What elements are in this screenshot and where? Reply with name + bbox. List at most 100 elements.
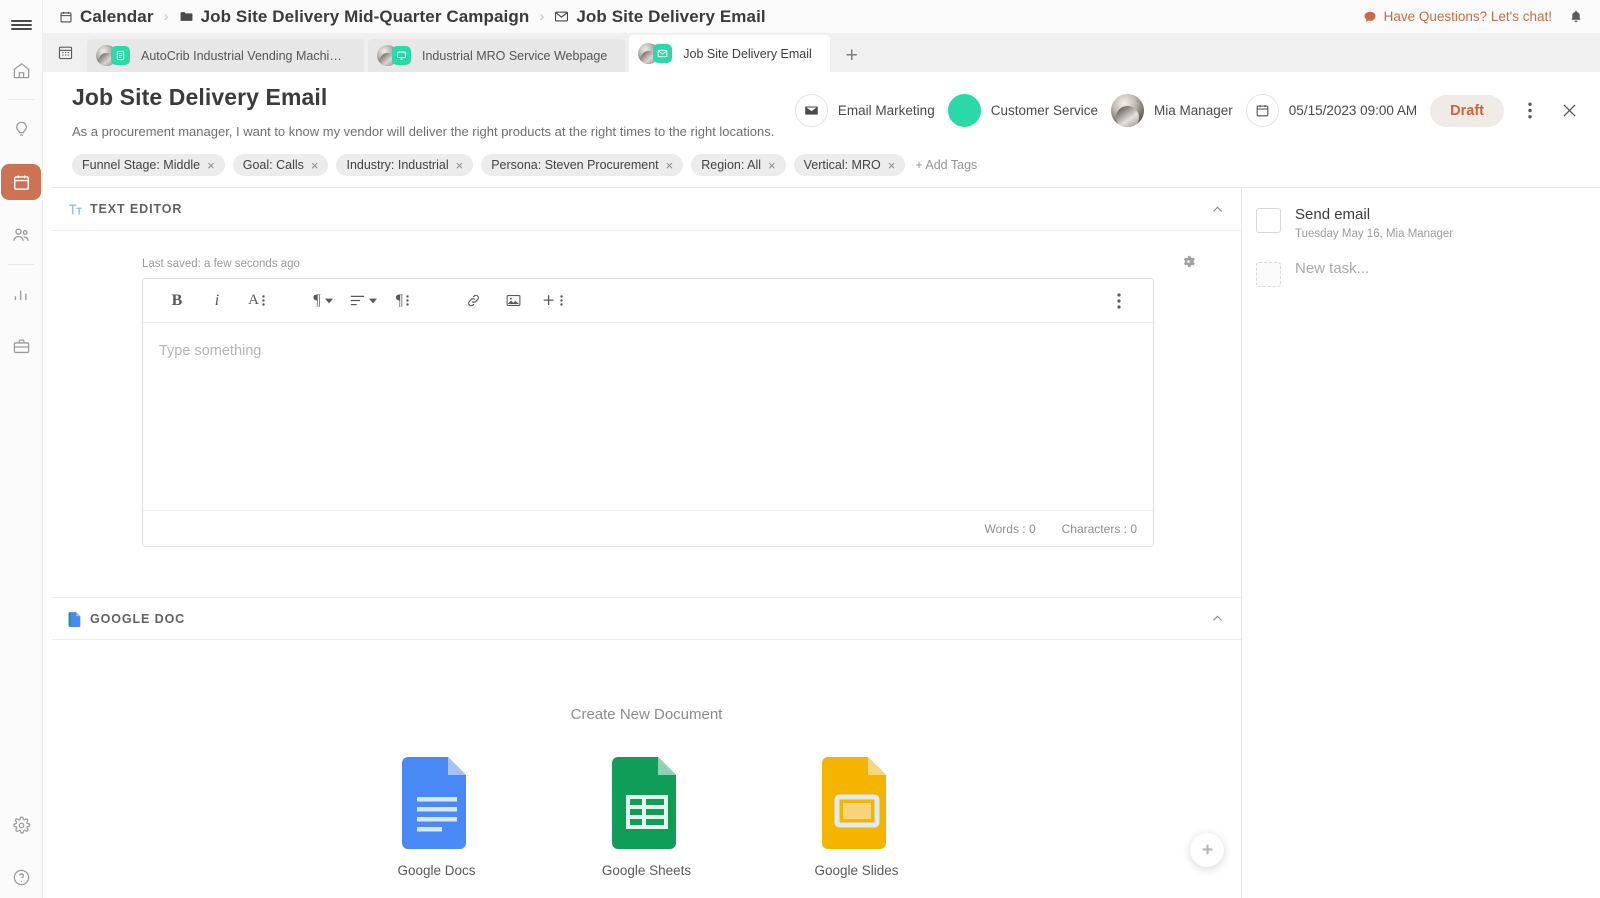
meta-date[interactable]: 05/15/2023 09:00 AM	[1246, 94, 1417, 127]
status-badge[interactable]: Draft	[1430, 95, 1504, 127]
envelope-icon	[653, 44, 672, 63]
list-button[interactable]: ¶	[383, 281, 423, 321]
task-text-group: Send email Tuesday May 16, Mia Manager	[1295, 206, 1453, 240]
font-size-button[interactable]: A	[237, 281, 277, 321]
breadcrumb-item-campaign[interactable]: Job Site Delivery Mid-Quarter Campaign	[179, 7, 530, 27]
rich-text-editor[interactable]: B i A ¶	[142, 278, 1154, 547]
task-item-send-email[interactable]: Send email Tuesday May 16, Mia Manager	[1256, 206, 1600, 240]
word-count: Words : 0	[984, 522, 1035, 536]
sidebar-item-settings[interactable]	[4, 808, 38, 842]
add-tags-button[interactable]: + Add Tags	[915, 158, 977, 172]
tab-job-site-delivery-email[interactable]: Job Site Delivery Email	[629, 35, 830, 72]
add-tab-button[interactable]: +	[834, 39, 870, 72]
align-button[interactable]	[343, 281, 383, 321]
close-icon[interactable]: ×	[666, 159, 674, 172]
tag-industry[interactable]: Industry: Industrial ×	[336, 154, 473, 176]
meta-channel[interactable]: Email Marketing	[795, 94, 935, 127]
chevron-up-icon[interactable]	[1210, 611, 1225, 626]
calendar-icon	[12, 173, 31, 192]
paragraph-style-button[interactable]: ¶	[303, 281, 343, 321]
task-checkbox[interactable]	[1256, 208, 1281, 233]
create-google-slides-button[interactable]: Google Slides	[792, 757, 922, 878]
kebab-menu-icon[interactable]	[1517, 96, 1543, 126]
task-checkbox-placeholder[interactable]	[1256, 262, 1281, 287]
close-icon[interactable]: ×	[888, 159, 896, 172]
briefcase-icon	[12, 337, 31, 356]
text-format-icon	[68, 202, 90, 217]
tag-goal[interactable]: Goal: Calls ×	[233, 154, 329, 176]
image-button[interactable]	[493, 281, 533, 321]
link-button[interactable]	[453, 281, 493, 321]
sidebar-item-assets[interactable]	[4, 329, 38, 363]
bar-chart-icon	[12, 285, 30, 303]
breadcrumb-label: Job Site Delivery Mid-Quarter Campaign	[201, 7, 530, 27]
close-icon[interactable]: ×	[456, 159, 464, 172]
sidebar-item-calendar[interactable]	[1, 164, 41, 200]
breadcrumb-item-calendar[interactable]: Calendar	[59, 7, 154, 27]
top-bar: Calendar › Job Site Delivery Mid-Quarter…	[43, 0, 1600, 33]
home-icon	[12, 61, 31, 80]
close-icon[interactable]: ×	[311, 159, 319, 172]
hamburger-menu-icon[interactable]	[0, 6, 43, 44]
meta-channel-label: Email Marketing	[838, 103, 935, 118]
page-subtitle: As a procurement manager, I want to know…	[72, 124, 774, 139]
chevron-up-icon[interactable]	[1210, 202, 1225, 217]
meta-campaign[interactable]: Customer Service	[948, 94, 1098, 127]
close-icon[interactable]	[1556, 96, 1582, 126]
italic-button[interactable]: i	[197, 281, 237, 321]
google-docs-icon	[402, 757, 472, 849]
tag-persona[interactable]: Persona: Steven Procurement ×	[481, 154, 683, 176]
text-editor-section-header: TEXT EDITOR	[52, 188, 1241, 231]
sidebar-item-home[interactable]	[4, 53, 38, 87]
calendar-icon	[59, 10, 73, 24]
close-icon[interactable]: ×	[768, 159, 776, 172]
calendar-icon	[1246, 94, 1279, 127]
chat-support-link[interactable]: Have Questions? Let's chat!	[1363, 9, 1552, 24]
sidebar-item-analytics[interactable]	[4, 277, 38, 311]
avatar	[1111, 94, 1144, 127]
tab-icon-group	[638, 43, 674, 65]
meta-campaign-label: Customer Service	[991, 103, 1098, 118]
document-meta: Email Marketing Customer Service Mia Man…	[795, 94, 1582, 127]
breadcrumb-separator: ›	[164, 8, 169, 25]
task-meta: Tuesday May 16, Mia Manager	[1295, 228, 1453, 240]
tag-region[interactable]: Region: All ×	[691, 154, 785, 176]
close-icon[interactable]: ×	[207, 159, 215, 172]
sidebar-item-ideas[interactable]	[4, 112, 38, 146]
task-item-new-task[interactable]: New task...	[1256, 260, 1600, 287]
tag-label: Goal: Calls	[243, 158, 304, 172]
insert-button[interactable]	[533, 281, 573, 321]
tab-label: Industrial MRO Service Webpage	[422, 49, 607, 63]
sidebar-item-people[interactable]	[4, 218, 38, 252]
task-panel: Send email Tuesday May 16, Mia Manager N…	[1242, 187, 1600, 898]
editor-more-options-button[interactable]	[1099, 281, 1139, 321]
tag-vertical[interactable]: Vertical: MRO ×	[794, 154, 906, 176]
google-app-list: Google Docs Google Sheets	[372, 757, 922, 878]
tab-industrial-mro-webpage[interactable]: Industrial MRO Service Webpage	[368, 39, 625, 72]
app-label: Google Slides	[814, 863, 898, 878]
editor-content-placeholder[interactable]: Type something	[143, 323, 1153, 379]
tab-label: Job Site Delivery Email	[683, 47, 812, 61]
envelope-icon	[554, 9, 569, 24]
create-google-docs-button[interactable]: Google Docs	[372, 757, 502, 878]
breadcrumb-item-email[interactable]: Job Site Delivery Email	[554, 7, 765, 27]
meta-owner[interactable]: Mia Manager	[1111, 94, 1233, 127]
gear-icon[interactable]	[1180, 253, 1197, 270]
calendar-grid-icon[interactable]	[43, 33, 87, 72]
new-task-input[interactable]: New task...	[1295, 260, 1369, 277]
tag-label: Region: All	[701, 158, 761, 172]
tab-icon-group	[96, 45, 132, 67]
chat-support-label: Have Questions? Let's chat!	[1384, 9, 1552, 24]
main-content: TEXT EDITOR Last saved: a few seconds ag…	[52, 187, 1242, 898]
create-google-sheets-button[interactable]: Google Sheets	[582, 757, 712, 878]
gear-icon	[12, 816, 31, 835]
section-label: TEXT EDITOR	[90, 202, 182, 216]
tab-autocrib-vending[interactable]: AutoCrib Industrial Vending Machine ...	[87, 39, 364, 72]
breadcrumb: Calendar › Job Site Delivery Mid-Quarter…	[43, 7, 766, 27]
people-icon	[11, 225, 31, 245]
add-section-button[interactable]	[1190, 833, 1224, 867]
bell-icon[interactable]	[1568, 9, 1584, 25]
sidebar-item-help[interactable]	[4, 860, 38, 894]
bold-button[interactable]: B	[157, 281, 197, 321]
tag-funnel-stage[interactable]: Funnel Stage: Middle ×	[72, 154, 225, 176]
